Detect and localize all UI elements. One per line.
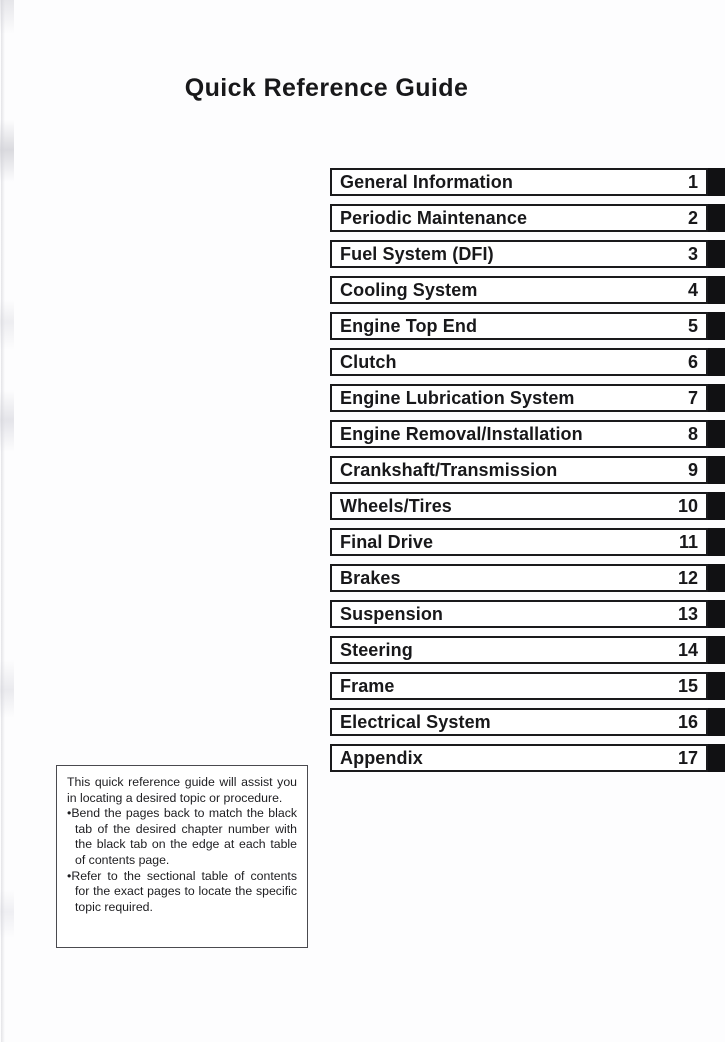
chapter-title: Cooling System	[340, 280, 478, 300]
note-intro-text: This quick reference guide will assist y…	[67, 775, 297, 805]
chapter-row[interactable]: Cooling System 4	[330, 276, 725, 304]
scan-artifact-edge-strip	[1, 0, 5, 1042]
chapter-number: 11	[678, 532, 698, 552]
chapter-title: Engine Top End	[340, 316, 478, 336]
chapter-row[interactable]: Fuel System (DFI) 3	[330, 240, 725, 268]
chapter-edge-tab	[708, 204, 725, 232]
chapter-title: Frame	[340, 676, 395, 696]
chapter-entry-3[interactable]: Fuel System (DFI) 3	[330, 240, 708, 268]
chapter-number: 3	[687, 244, 698, 264]
chapter-number: 5	[687, 316, 698, 336]
usage-note-box: This quick reference guide will assist y…	[56, 765, 308, 948]
chapter-entry-4[interactable]: Cooling System 4	[330, 276, 708, 304]
chapter-number: 14	[677, 640, 698, 660]
chapter-title: Electrical System	[340, 712, 491, 732]
chapter-title: Fuel System (DFI)	[340, 244, 494, 264]
chapter-entry-16[interactable]: Electrical System 16	[330, 708, 708, 736]
chapter-entry-10[interactable]: Wheels/Tires 10	[330, 492, 708, 520]
chapter-number: 6	[687, 352, 698, 372]
chapter-row[interactable]: Final Drive 11	[330, 528, 725, 556]
chapter-edge-tab	[708, 708, 725, 736]
chapter-number: 2	[687, 208, 698, 228]
chapter-number: 10	[677, 496, 698, 516]
chapter-number: 15	[677, 676, 698, 696]
chapter-title: Appendix	[340, 748, 423, 768]
chapter-entry-6[interactable]: Clutch 6	[330, 348, 708, 376]
chapter-entry-14[interactable]: Steering 14	[330, 636, 708, 664]
chapter-index-list: General Information 1 Periodic Maintenance…	[330, 168, 725, 780]
chapter-entry-5[interactable]: Engine Top End 5	[330, 312, 708, 340]
chapter-edge-tab	[708, 672, 725, 700]
chapter-entry-2[interactable]: Periodic Maintenance 2	[330, 204, 708, 232]
scan-artifact-left-margin	[0, 0, 14, 1042]
chapter-edge-tab	[708, 384, 725, 412]
chapter-title: Clutch	[340, 352, 397, 372]
chapter-row[interactable]: Clutch 6	[330, 348, 725, 376]
chapter-title: Wheels/Tires	[340, 496, 452, 516]
note-bullet-item-1: •Bend the pages back to match the black …	[67, 806, 297, 868]
chapter-title: Steering	[340, 640, 413, 660]
chapter-title: Final Drive	[340, 532, 434, 552]
chapter-entry-8[interactable]: Engine Removal/Installation 8	[330, 420, 708, 448]
chapter-entry-7[interactable]: Engine Lubrication System 7	[330, 384, 708, 412]
chapter-number: 9	[687, 460, 698, 480]
chapter-row[interactable]: Frame 15	[330, 672, 725, 700]
chapter-row[interactable]: Appendix 17	[330, 744, 725, 772]
chapter-number: 1	[687, 172, 698, 192]
document-page: Quick Reference Guide General Informatio…	[0, 0, 725, 1042]
chapter-row[interactable]: Engine Lubrication System 7	[330, 384, 725, 412]
chapter-entry-13[interactable]: Suspension 13	[330, 600, 708, 628]
chapter-number: 4	[687, 280, 698, 300]
chapter-edge-tab	[708, 744, 725, 772]
chapter-edge-tab	[708, 240, 725, 268]
chapter-entry-12[interactable]: Brakes 12	[330, 564, 708, 592]
chapter-row[interactable]: Brakes 12	[330, 564, 725, 592]
note-bullet-item-2: •Refer to the sectional table of content…	[67, 869, 297, 916]
chapter-edge-tab	[708, 168, 725, 196]
chapter-row[interactable]: Engine Top End 5	[330, 312, 725, 340]
chapter-number: 17	[677, 748, 698, 768]
chapter-edge-tab	[708, 528, 725, 556]
chapter-title: Engine Removal/Installation	[340, 424, 583, 444]
chapter-row[interactable]: Electrical System 16	[330, 708, 725, 736]
chapter-row[interactable]: Periodic Maintenance 2	[330, 204, 725, 232]
chapter-title: Brakes	[340, 568, 401, 588]
chapter-edge-tab	[708, 276, 725, 304]
chapter-edge-tab	[708, 564, 725, 592]
chapter-entry-9[interactable]: Crankshaft/Transmission 9	[330, 456, 708, 484]
chapter-entry-11[interactable]: Final Drive 11	[330, 528, 708, 556]
chapter-number: 7	[687, 388, 698, 408]
chapter-title: Crankshaft/Transmission	[340, 460, 558, 480]
chapter-edge-tab	[708, 348, 725, 376]
chapter-title: Suspension	[340, 604, 444, 624]
chapter-row[interactable]: Crankshaft/Transmission 9	[330, 456, 725, 484]
note-bullet-1-text: Bend the pages back to match the black t…	[71, 806, 297, 867]
chapter-entry-17[interactable]: Appendix 17	[330, 744, 708, 772]
chapter-number: 13	[677, 604, 698, 624]
chapter-row[interactable]: Steering 14	[330, 636, 725, 664]
chapter-entry-15[interactable]: Frame 15	[330, 672, 708, 700]
chapter-edge-tab	[708, 600, 725, 628]
chapter-edge-tab	[708, 492, 725, 520]
chapter-row[interactable]: Wheels/Tires 10	[330, 492, 725, 520]
chapter-title: Engine Lubrication System	[340, 388, 575, 408]
chapter-row[interactable]: Suspension 13	[330, 600, 725, 628]
chapter-edge-tab	[708, 636, 725, 664]
chapter-title: General Information	[340, 172, 513, 192]
chapter-row[interactable]: Engine Removal/Installation 8	[330, 420, 725, 448]
chapter-edge-tab	[708, 456, 725, 484]
page-title: Quick Reference Guide	[184, 74, 469, 102]
chapter-number: 16	[677, 712, 698, 732]
chapter-number: 8	[687, 424, 698, 444]
chapter-row[interactable]: General Information 1	[330, 168, 725, 196]
chapter-title: Periodic Maintenance	[340, 208, 528, 228]
chapter-edge-tab	[708, 420, 725, 448]
chapter-edge-tab	[708, 312, 725, 340]
chapter-entry-1[interactable]: General Information 1	[330, 168, 708, 196]
note-bullet-2-text: Refer to the sectional table of contents…	[71, 868, 297, 914]
chapter-number: 12	[677, 568, 698, 588]
